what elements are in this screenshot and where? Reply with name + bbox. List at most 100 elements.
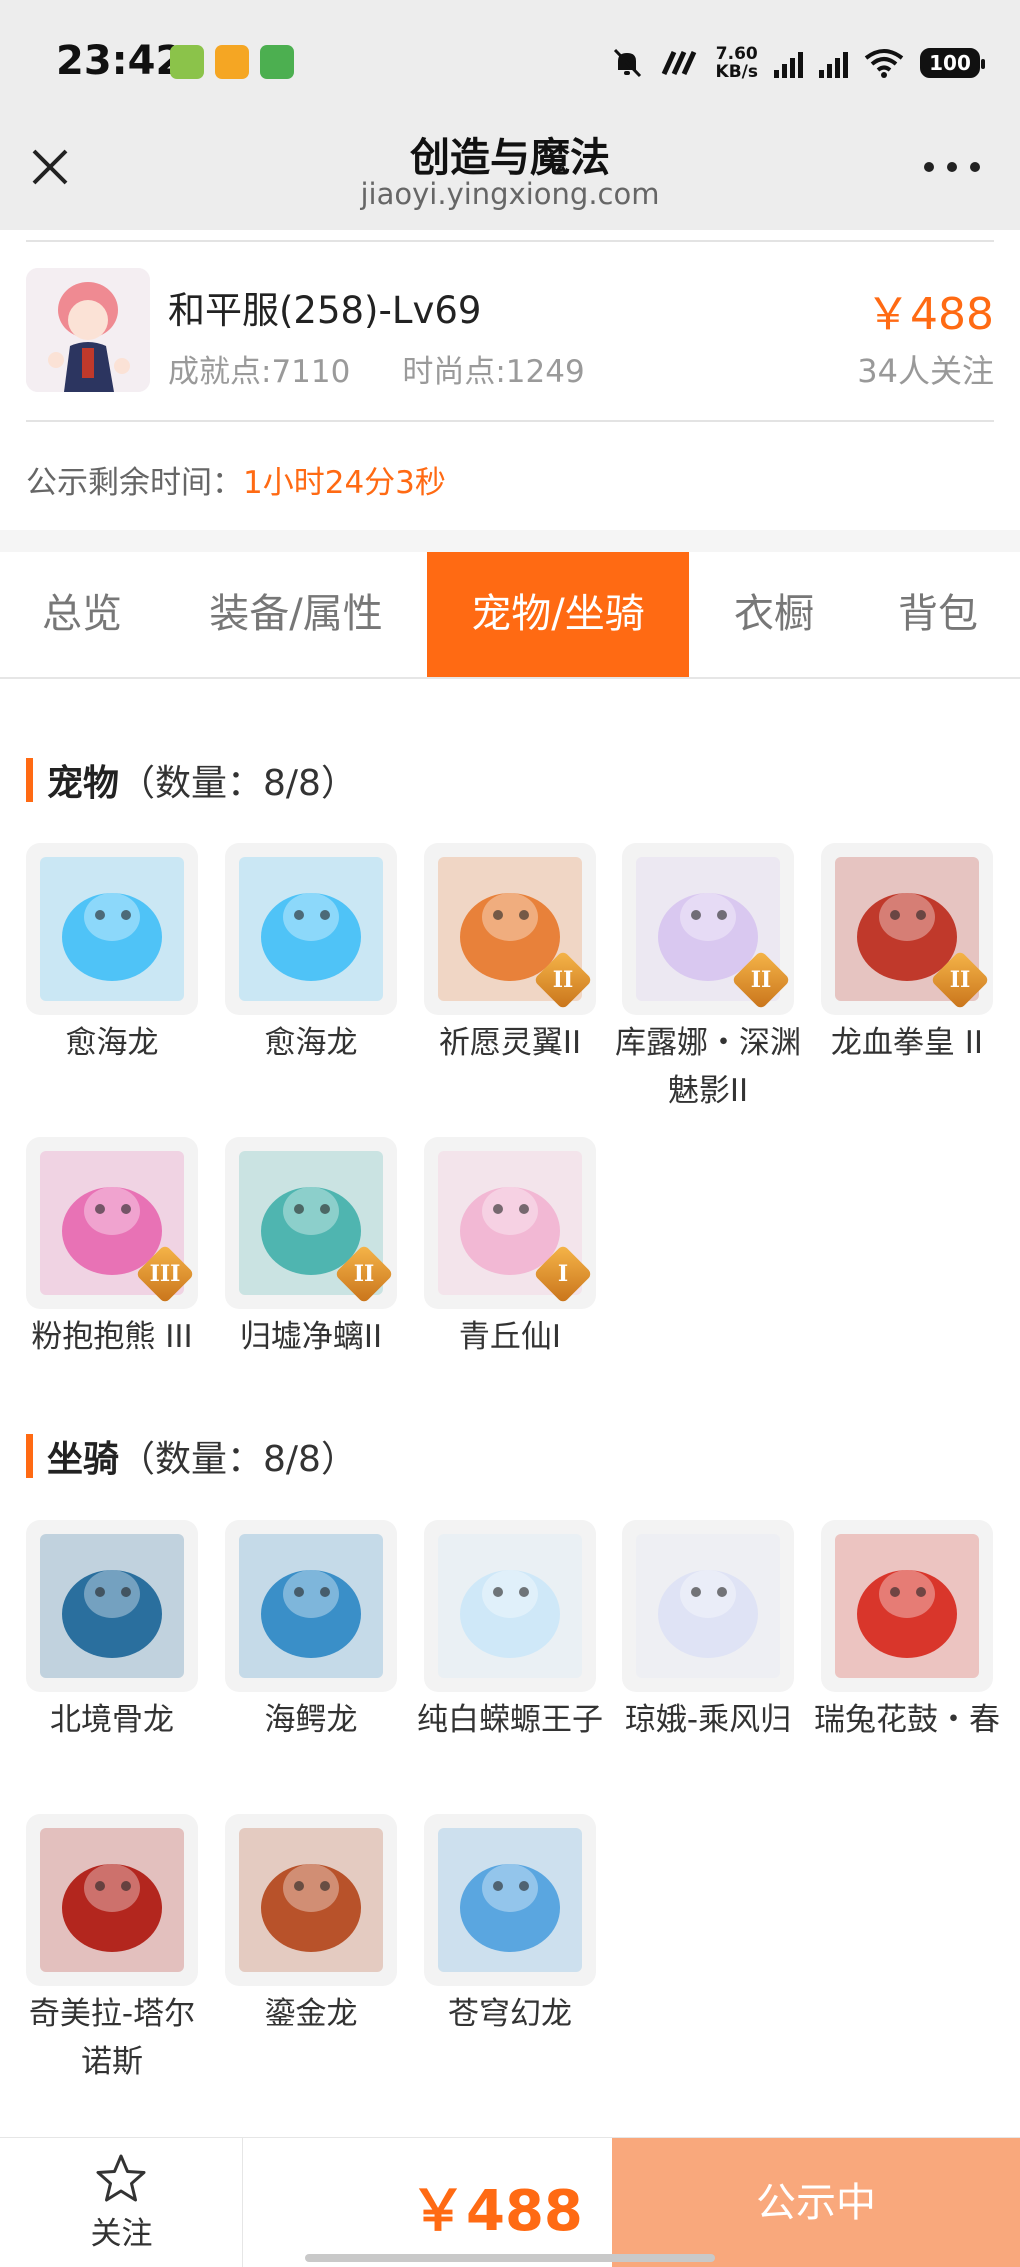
tier-badge-label: I [557,1261,569,1287]
mounts-count: （数量：8/8） [119,1439,357,1480]
mount-thumbnail [424,1814,596,1986]
notice-label: 公示剩余时间： [26,465,243,501]
mount-item[interactable]: 北境骨龙 [26,1520,198,1744]
mount-name: 苍穹幻龙 [448,1996,572,2032]
tab-bar: 总览 装备/属性 宠物/坐骑 衣橱 背包 [0,552,1020,679]
mount-name: 瑞兔花鼓・春 [814,1702,1000,1738]
pet-name: 龙血拳皇 II [830,1025,984,1061]
pet-item[interactable]: II 库露娜・深渊魅影II [615,843,801,1115]
wifi-icon [864,49,904,78]
tier-badge-label: II [353,1261,375,1287]
pet-thumbnail: II [225,1137,397,1309]
pet-image [239,857,383,1001]
follow-button[interactable]: 关注 [0,2138,243,2267]
pet-thumbnail: I [424,1137,596,1309]
mount-name: 海鳄龙 [264,1702,358,1738]
app-notification-icon [260,45,294,79]
pet-name: 粉抱抱熊 III [31,1319,193,1355]
character-avatar-image [26,268,150,392]
mount-name: 鎏金龙 [264,1996,358,2032]
pet-thumbnail: II [424,843,596,1015]
follower-count: 34人关注 [857,352,994,390]
nfc-icon [661,50,696,76]
notice-countdown: 1小时24分3秒 [243,465,446,501]
tab-backpack[interactable]: 背包 [882,552,994,677]
tier-badge-label: II [949,967,971,993]
tier-badge-label: II [750,967,772,993]
app-notification-icon [170,45,204,79]
pet-item[interactable]: 愈海龙 [26,843,198,1067]
mount-image [40,1534,184,1678]
mount-thumbnail [26,1814,198,1986]
mount-image [239,1828,383,1972]
pet-item[interactable]: III 粉抱抱熊 III [26,1137,198,1361]
pet-name: 祈愿灵翼II [438,1025,582,1061]
mount-name: 奇美拉-塔尔诺斯 [28,1996,196,2080]
pets-count: （数量：8/8） [119,763,357,804]
pet-name: 青丘仙I [458,1319,562,1355]
mount-image [438,1534,582,1678]
achievement-points: 成就点:7110 [168,354,351,390]
follow-label: 关注 [90,2216,153,2252]
pet-thumbnail: II [622,843,794,1015]
mount-name: 纯白蝾螈王子 [417,1702,603,1738]
mount-thumbnail [26,1520,198,1692]
pet-item[interactable]: II 归墟净螭II [225,1137,397,1361]
mounts-title: 坐骑 [47,1439,120,1480]
mount-name: 琼娥-乘风归 [624,1702,792,1738]
mount-thumbnail [424,1520,596,1692]
mount-item[interactable]: 鎏金龙 [225,1814,397,2038]
section-accent-bar [26,1434,33,1478]
mount-image [835,1534,979,1678]
star-icon [96,2154,146,2202]
mount-item[interactable]: 纯白蝾螈王子 [417,1520,603,1744]
mount-image [438,1828,582,1972]
bottom-action-bar: 关注 ￥488 公示中 [0,2137,1020,2267]
mount-thumbnail [225,1520,397,1692]
mount-image [636,1534,780,1678]
pet-item[interactable]: II 龙血拳皇 II [821,843,993,1067]
section-accent-bar [26,758,33,802]
status-button[interactable]: 公示中 [612,2138,1020,2267]
notice-remaining-time: 公示剩余时间：1小时24分3秒 [26,457,446,502]
tab-pets-mounts[interactable]: 宠物/坐骑 [427,552,689,677]
tier-badge-label: III [149,1261,181,1287]
pet-name: 归墟净螭II [239,1319,383,1355]
page-url: jiaoyi.yingxiong.com [360,177,660,211]
tab-equipment[interactable]: 装备/属性 [196,552,396,677]
mount-thumbnail [821,1520,993,1692]
pets-section-title: 宠物 （数量：8/8） [26,754,357,806]
status-indicators: 7.60 KB/s 100 [610,40,985,86]
mount-item[interactable]: 琼娥-乘风归 [622,1520,794,1744]
pet-item[interactable]: II 祈愿灵翼II [424,843,596,1067]
bottom-price: ￥488 [410,2179,583,2244]
section-separator [0,530,1020,552]
app-notification-icon [215,45,249,79]
more-icon[interactable] [924,155,980,179]
home-indicator[interactable] [305,2254,715,2262]
pet-item[interactable]: 愈海龙 [225,843,397,1067]
mount-name: 北境骨龙 [50,1702,174,1738]
signal-icon [774,48,803,78]
pet-thumbnail [26,843,198,1015]
pet-name: 库露娜・深渊魅影II [615,1025,801,1109]
tab-wardrobe[interactable]: 衣橱 [718,552,830,677]
mounts-section-title: 坐骑 （数量：8/8） [26,1430,357,1482]
mount-item[interactable]: 海鳄龙 [225,1520,397,1744]
pet-name: 愈海龙 [65,1025,159,1061]
mount-image [239,1534,383,1678]
fashion-points: 时尚点:1249 [402,354,585,390]
mount-item[interactable]: 苍穹幻龙 [424,1814,596,2038]
character-title: 和平服(258)-Lv69 [168,289,482,332]
mount-item[interactable]: 奇美拉-塔尔诺斯 [26,1814,198,2086]
divider [26,240,994,242]
pet-thumbnail [225,843,397,1015]
pet-thumbnail: III [26,1137,198,1309]
mount-item[interactable]: 瑞兔花鼓・春 [814,1520,1000,1744]
mount-thumbnail [225,1814,397,1986]
pet-name: 愈海龙 [264,1025,358,1061]
tab-overview[interactable]: 总览 [26,552,138,677]
character-stats: 成就点:7110 时尚点:1249 [168,346,585,391]
pet-item[interactable]: I 青丘仙I [424,1137,596,1361]
mute-bell-icon [613,48,641,78]
